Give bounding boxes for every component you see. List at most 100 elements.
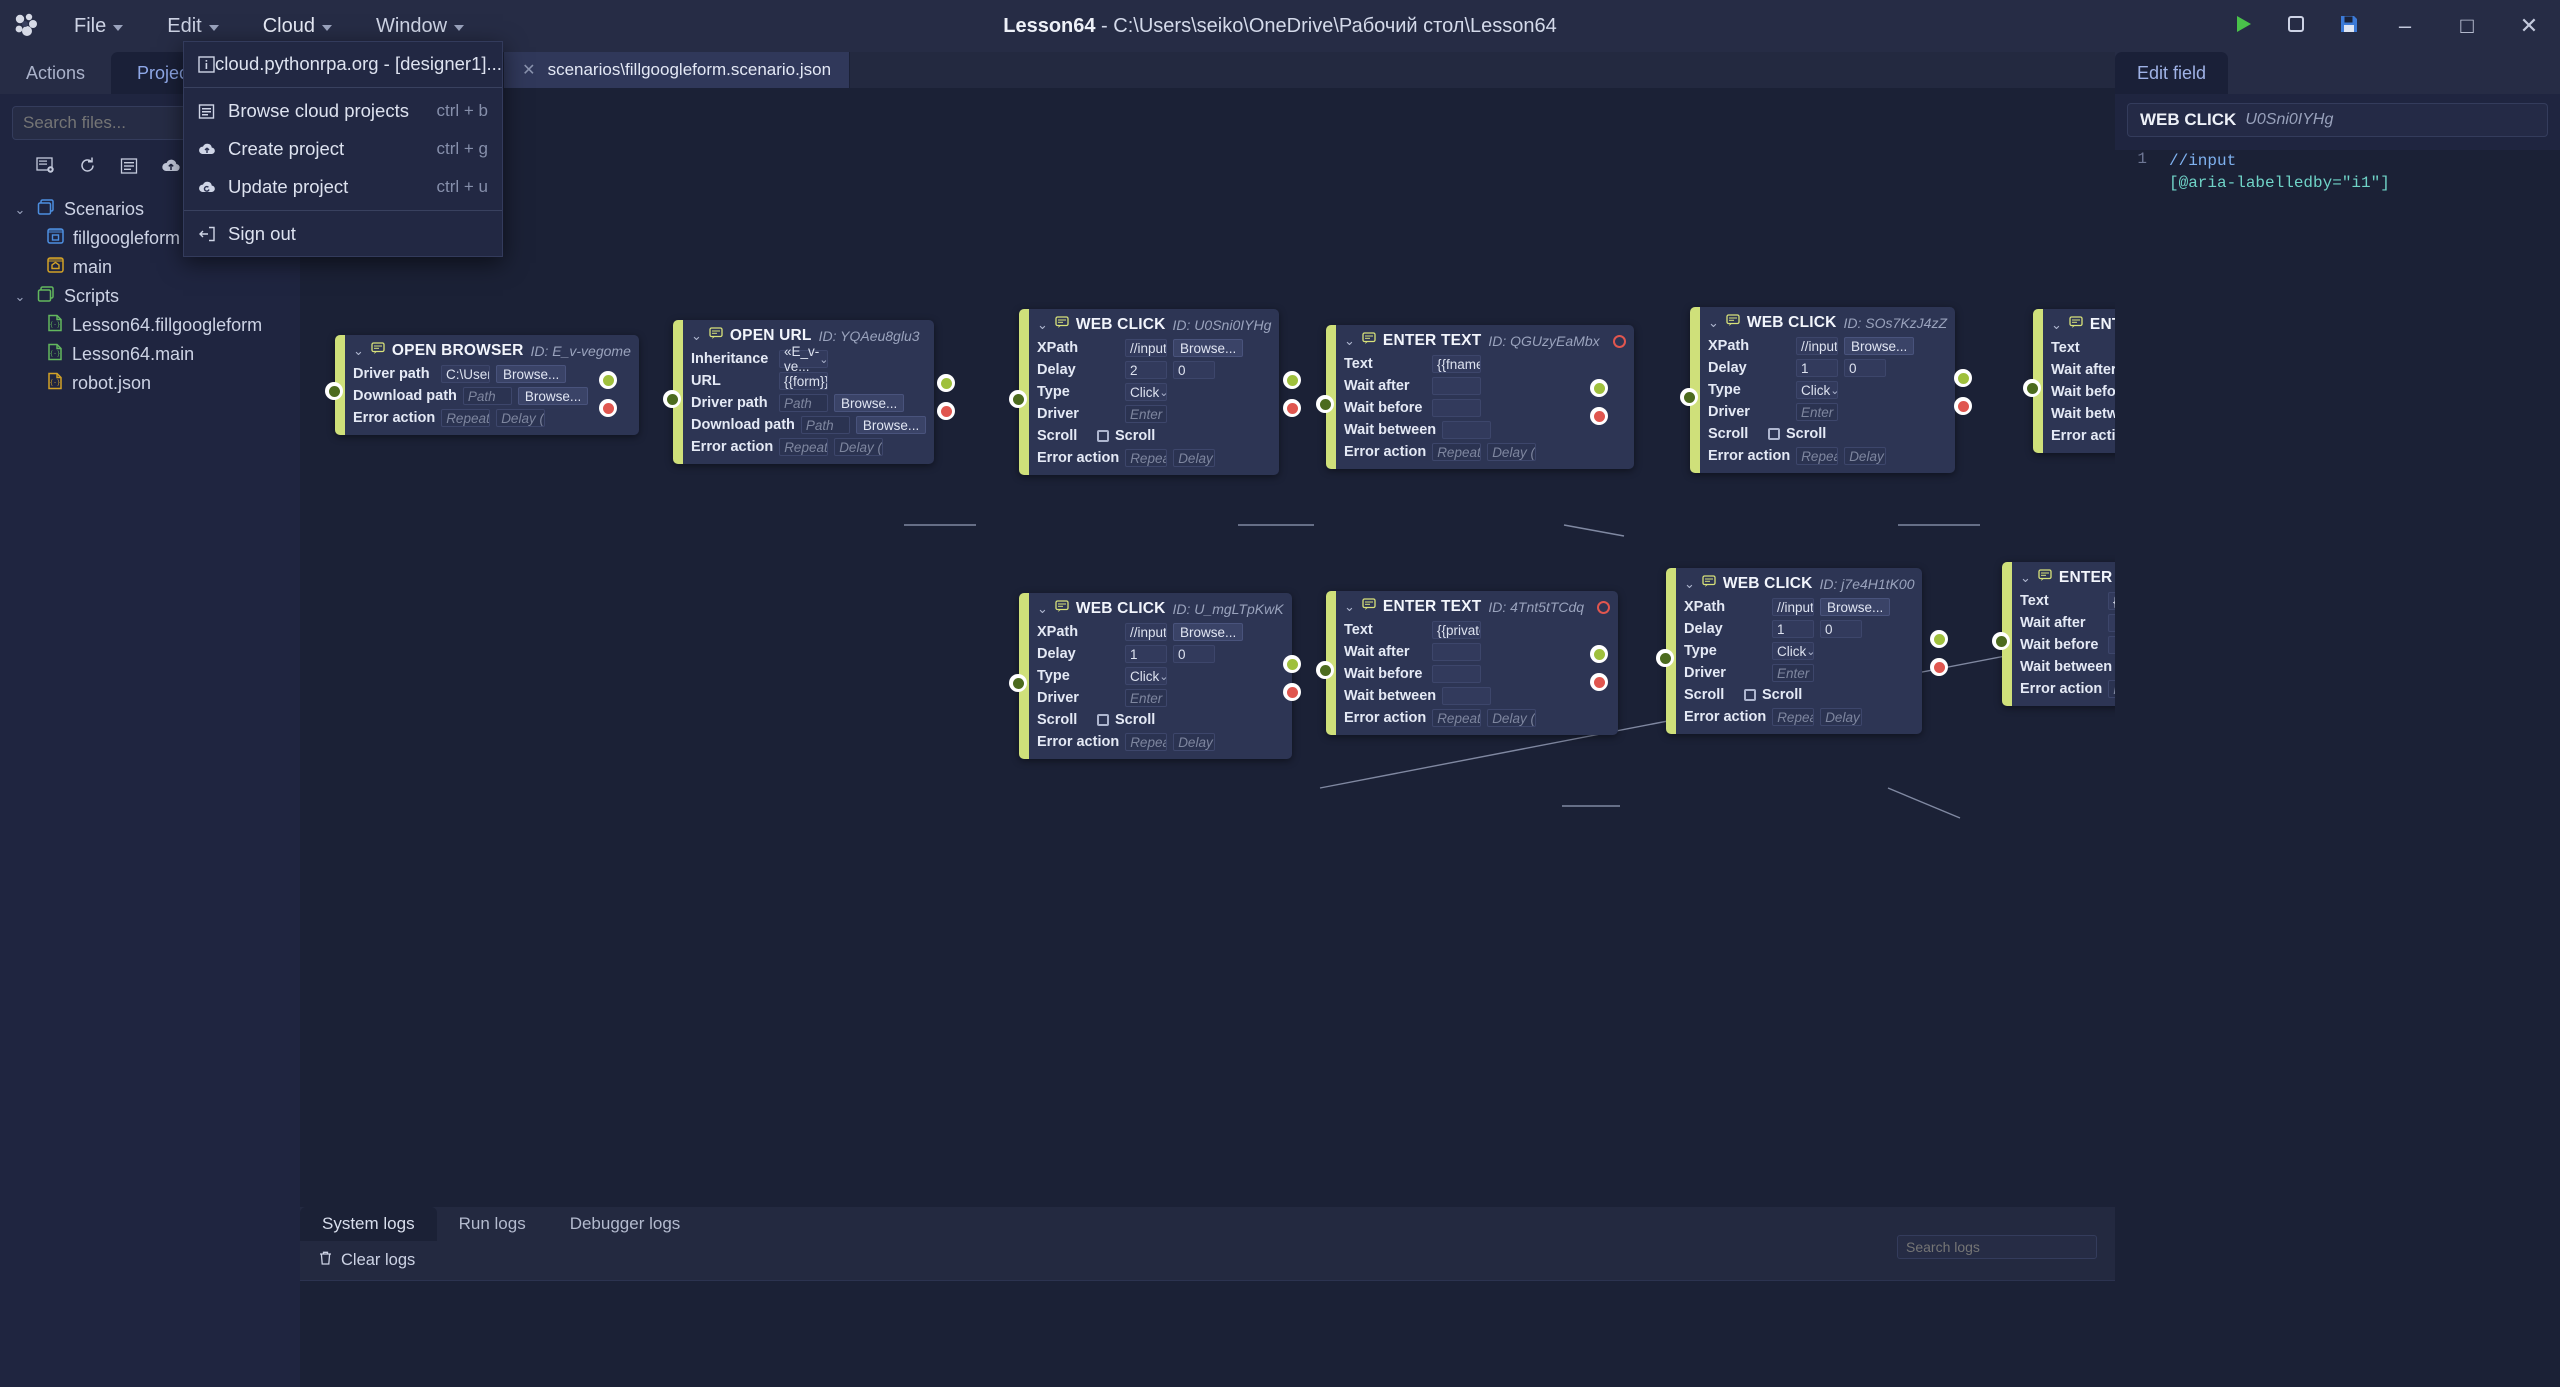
browse-button[interactable]: Browse...: [517, 387, 589, 405]
scenario-node[interactable]: ⌄ OPEN URL ID: YQAeu8glu3 Inheritance «E_v-v…: [673, 320, 935, 464]
node-input[interactable]: [2108, 614, 2115, 632]
node-input-port[interactable]: [1316, 661, 1334, 679]
tree-file-item[interactable]: main: [0, 253, 300, 282]
comment-icon[interactable]: [1726, 314, 1740, 332]
comment-icon[interactable]: [1055, 316, 1069, 334]
node-output-success-port[interactable]: [1283, 655, 1301, 673]
node-input-port[interactable]: [1680, 388, 1698, 406]
node-input[interactable]: [1442, 421, 1492, 439]
maximize-button[interactable]: □: [2436, 0, 2498, 52]
node-header[interactable]: ⌄ WEB CLICK ID: j7e4H1tK00: [1684, 572, 1914, 596]
node-input-secondary[interactable]: Delay (sec): [496, 409, 546, 427]
node-output-success-port[interactable]: [599, 371, 617, 389]
node-select[interactable]: Click ⌄: [1125, 383, 1168, 401]
node-input-secondary[interactable]: Delay (sec): [1173, 733, 1216, 751]
menu-browse-cloud-projects[interactable]: Browse cloud projects ctrl + b: [184, 92, 502, 130]
node-error-indicator[interactable]: [1597, 600, 1611, 614]
node-input[interactable]: C:\Users\se: [441, 365, 490, 383]
node-output-success-port[interactable]: [1930, 630, 1948, 648]
node-input[interactable]: {{private_er: [1432, 621, 1481, 639]
node-output-success-port[interactable]: [1590, 379, 1608, 397]
tab-system-logs[interactable]: System logs: [300, 1207, 437, 1241]
node-input-secondary[interactable]: Delay (sec): [1820, 708, 1863, 726]
node-output-success-port[interactable]: [937, 374, 955, 392]
scenario-node[interactable]: ⌄ OPEN BROWSER ID: E_v-vegome Driver path C:…: [335, 335, 639, 435]
node-input[interactable]: Repeats: [779, 438, 829, 456]
node-header[interactable]: ⌄ WEB CLICK ID: U0Sni0IYHg: [1037, 313, 1271, 337]
save-button[interactable]: [2338, 13, 2360, 40]
browse-button[interactable]: Browse...: [855, 416, 927, 434]
node-output-success-port[interactable]: [1590, 645, 1608, 663]
node-input[interactable]: {{form}}: [779, 372, 828, 390]
node-input[interactable]: Path: [462, 387, 512, 405]
chevron-down-icon[interactable]: ⌄: [12, 202, 28, 218]
node-output-error-port[interactable]: [1283, 399, 1301, 417]
menu-update-project[interactable]: Update project ctrl + u: [184, 168, 502, 206]
minimize-button[interactable]: –: [2374, 0, 2436, 52]
node-output-error-port[interactable]: [599, 399, 617, 417]
node-input[interactable]: Path: [800, 416, 850, 434]
node-input-secondary[interactable]: Delay (sec): [1173, 449, 1216, 467]
browse-button[interactable]: Browse...: [1173, 339, 1244, 357]
node-header[interactable]: ⌄ ENTER TEXT ID: QGUzyEaMbx: [1344, 329, 1626, 353]
node-output-error-port[interactable]: [937, 402, 955, 420]
comment-icon[interactable]: [2069, 316, 2083, 334]
scenario-node[interactable]: ⌄ENTER TEXTID: juiT3QrUMKText{{phone}}Wa…: [2002, 562, 2115, 706]
new-file-settings-icon[interactable]: [36, 156, 55, 175]
node-header[interactable]: ⌄ENTER TEXTID: juiT3QrUMK: [2020, 566, 2115, 590]
clear-logs-button[interactable]: Clear logs: [318, 1250, 415, 1271]
browse-button[interactable]: Browse...: [1820, 598, 1891, 616]
node-header[interactable]: ⌄ENTER TEXTID: o9bhWTiTp0: [2051, 313, 2115, 337]
chevron-down-icon[interactable]: ⌄: [1708, 315, 1719, 331]
scroll-checkbox[interactable]: [1744, 689, 1756, 701]
node-input[interactable]: Path: [779, 394, 828, 412]
node-input[interactable]: Repeats: [1432, 709, 1482, 727]
scroll-checkbox[interactable]: [1097, 714, 1109, 726]
node-input[interactable]: //input[@a: [1772, 598, 1814, 616]
node-input-port[interactable]: [1656, 649, 1674, 667]
node-input-secondary[interactable]: 0: [1173, 361, 1215, 379]
tree-file-item[interactable]: {-} Lesson64.fillgoogleform: [0, 311, 300, 340]
comment-icon[interactable]: [1055, 600, 1069, 618]
node-input[interactable]: //input[@a: [1125, 339, 1167, 357]
comment-icon[interactable]: [709, 327, 723, 345]
node-input[interactable]: Repeats: [1125, 733, 1168, 751]
close-button[interactable]: ✕: [2498, 0, 2560, 52]
node-input[interactable]: Repeats: [1772, 708, 1815, 726]
chevron-down-icon[interactable]: ⌄: [2020, 570, 2031, 586]
node-output-error-port[interactable]: [1590, 407, 1608, 425]
comment-icon[interactable]: [1362, 332, 1376, 350]
node-input[interactable]: Repeats: [441, 409, 491, 427]
node-input[interactable]: Repeats: [2108, 680, 2115, 698]
node-input[interactable]: 1: [1796, 359, 1838, 377]
node-input[interactable]: Enter there: [1772, 664, 1814, 682]
list-icon[interactable]: [120, 157, 138, 175]
comment-icon[interactable]: [2038, 569, 2052, 587]
tab-actions[interactable]: Actions: [0, 52, 111, 94]
scenario-node[interactable]: ⌄ WEB CLICK ID: U0Sni0IYHg XPath //input[@a B…: [1019, 309, 1280, 475]
node-input[interactable]: Repeats: [1125, 449, 1168, 467]
node-input[interactable]: [1432, 665, 1481, 683]
tab-edit-field[interactable]: Edit field: [2115, 52, 2229, 94]
node-input-secondary[interactable]: Delay (sec): [834, 438, 884, 456]
chevron-down-icon[interactable]: ⌄: [691, 328, 702, 344]
tab-debugger-logs[interactable]: Debugger logs: [548, 1207, 703, 1241]
node-input[interactable]: Repeats: [1432, 443, 1482, 461]
node-output-error-port[interactable]: [1930, 658, 1948, 676]
node-input[interactable]: 1: [1125, 645, 1167, 663]
scroll-checkbox[interactable]: [1768, 428, 1780, 440]
stop-button[interactable]: [2286, 14, 2306, 39]
code-editor[interactable]: 1 //input [@aria-labelledby="i1"]: [2115, 150, 2560, 1387]
menu-file[interactable]: File: [52, 0, 145, 52]
tree-file-item[interactable]: {-} Lesson64.main: [0, 340, 300, 369]
node-header[interactable]: ⌄ WEB CLICK ID: U_mgLTpKwK: [1037, 597, 1284, 621]
node-input-port[interactable]: [1009, 390, 1027, 408]
node-error-indicator[interactable]: [1612, 334, 1626, 348]
scenario-node[interactable]: ⌄ WEB CLICK ID: SOs7KzJ4zZ XPath //input[@a B…: [1690, 307, 1955, 473]
node-header[interactable]: ⌄ OPEN BROWSER ID: E_v-vegome: [353, 339, 631, 363]
tree-folder-item[interactable]: ⌄ Scripts: [0, 282, 300, 311]
node-select[interactable]: «E_v-ve... ⌄: [779, 344, 829, 374]
node-input[interactable]: Enter there: [1125, 689, 1167, 707]
chevron-down-icon[interactable]: ⌄: [1037, 601, 1048, 617]
node-input-secondary[interactable]: Delay (sec): [1487, 709, 1537, 727]
